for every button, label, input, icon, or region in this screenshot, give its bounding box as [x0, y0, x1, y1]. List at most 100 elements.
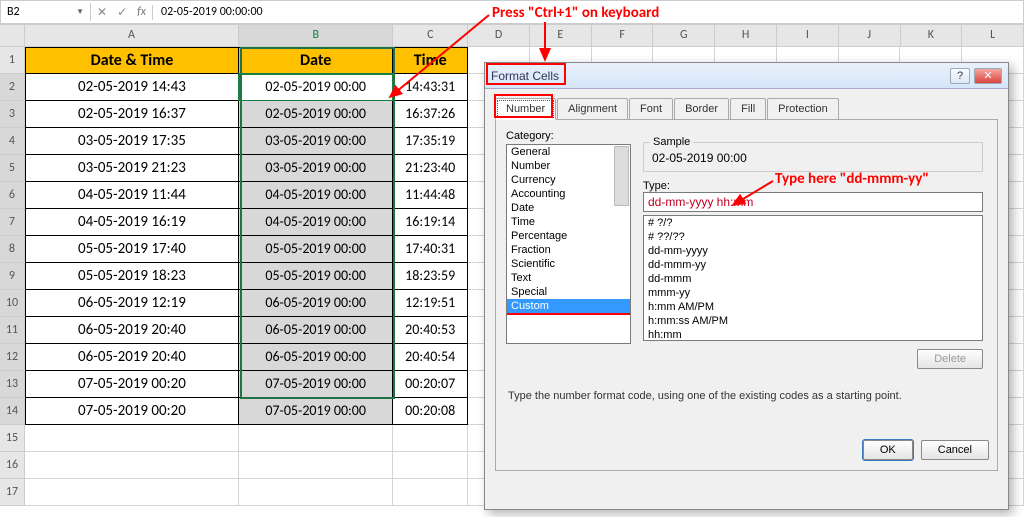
col-header-E[interactable]: E — [530, 25, 592, 47]
cell-A14[interactable]: 07-05-2019 00:20 — [25, 398, 239, 425]
tab-fill[interactable]: Fill — [730, 98, 766, 120]
cell-A5[interactable]: 03-05-2019 21:23 — [25, 155, 239, 182]
help-button[interactable]: ? — [950, 68, 970, 84]
type-item[interactable]: h:mm:ss AM/PM — [644, 314, 982, 328]
cell-A9[interactable]: 05-05-2019 18:23 — [25, 263, 239, 290]
cancel-button[interactable]: Cancel — [921, 440, 989, 460]
row-header[interactable]: 16 — [0, 452, 25, 479]
col-header-L[interactable]: L — [962, 25, 1024, 47]
cell-B10[interactable]: 06-05-2019 00:00 — [239, 290, 393, 317]
cell[interactable] — [239, 452, 393, 479]
col-header-I[interactable]: I — [777, 25, 839, 47]
delete-button[interactable]: Delete — [917, 349, 983, 369]
row-header[interactable]: 13 — [0, 371, 25, 398]
cell[interactable] — [239, 479, 393, 506]
cell-C2[interactable]: 14:43:31 — [393, 74, 468, 101]
cell-C9[interactable]: 18:23:59 — [393, 263, 468, 290]
category-item[interactable]: Special — [507, 285, 630, 299]
cell-B13[interactable]: 07-05-2019 00:00 — [239, 371, 393, 398]
col-header-D[interactable]: D — [468, 25, 530, 47]
confirm-icon[interactable]: ✓ — [117, 5, 127, 20]
row-header[interactable]: 6 — [0, 182, 25, 209]
row-header[interactable]: 11 — [0, 317, 25, 344]
cell-B3[interactable]: 02-05-2019 00:00 — [239, 101, 393, 128]
row-header[interactable]: 15 — [0, 425, 25, 452]
cell-B2[interactable]: 02-05-2019 00:00 — [239, 74, 393, 101]
col-header-B[interactable]: B — [239, 25, 393, 47]
cell-C3[interactable]: 16:37:26 — [393, 101, 468, 128]
cell-B11[interactable]: 06-05-2019 00:00 — [239, 317, 393, 344]
category-item[interactable]: Percentage — [507, 229, 630, 243]
cell-B4[interactable]: 03-05-2019 00:00 — [239, 128, 393, 155]
header-cell-A[interactable]: Date & Time — [25, 47, 239, 74]
cell[interactable] — [239, 425, 393, 452]
type-item[interactable]: dd-mmm — [644, 272, 982, 286]
row-header[interactable]: 1 — [0, 47, 25, 74]
cell-A10[interactable]: 06-05-2019 12:19 — [25, 290, 239, 317]
tab-protection[interactable]: Protection — [767, 98, 839, 120]
cell-A12[interactable]: 06-05-2019 20:40 — [25, 344, 239, 371]
category-item[interactable]: Fraction — [507, 243, 630, 257]
cell-C10[interactable]: 12:19:51 — [393, 290, 468, 317]
cell-B8[interactable]: 05-05-2019 00:00 — [239, 236, 393, 263]
category-item[interactable]: Text — [507, 271, 630, 285]
type-item[interactable]: h:mm AM/PM — [644, 300, 982, 314]
row-header[interactable]: 9 — [0, 263, 25, 290]
name-box-dropdown-icon[interactable]: ▼ — [76, 7, 84, 17]
type-item[interactable]: # ?/? — [644, 216, 982, 230]
col-header-H[interactable]: H — [715, 25, 777, 47]
col-header-A[interactable]: A — [25, 25, 239, 47]
type-item[interactable]: hh:mm — [644, 328, 982, 341]
cell-C13[interactable]: 00:20:07 — [393, 371, 468, 398]
cell-B9[interactable]: 05-05-2019 00:00 — [239, 263, 393, 290]
cell-A6[interactable]: 04-05-2019 11:44 — [25, 182, 239, 209]
row-header[interactable]: 10 — [0, 290, 25, 317]
cell-B5[interactable]: 03-05-2019 00:00 — [239, 155, 393, 182]
tab-font[interactable]: Font — [629, 98, 673, 120]
cell[interactable] — [25, 425, 239, 452]
cell-B7[interactable]: 04-05-2019 00:00 — [239, 209, 393, 236]
cell-B14[interactable]: 07-05-2019 00:00 — [239, 398, 393, 425]
category-list[interactable]: General Number Currency Accounting Date … — [506, 144, 631, 344]
cell-A4[interactable]: 03-05-2019 17:35 — [25, 128, 239, 155]
col-header-F[interactable]: F — [592, 25, 654, 47]
cell-C14[interactable]: 00:20:08 — [393, 398, 468, 425]
close-button[interactable]: ✕ — [974, 68, 1002, 84]
cancel-icon[interactable]: ✕ — [97, 5, 107, 20]
cell-B12[interactable]: 06-05-2019 00:00 — [239, 344, 393, 371]
cell-A3[interactable]: 02-05-2019 16:37 — [25, 101, 239, 128]
row-header[interactable]: 7 — [0, 209, 25, 236]
scrollbar-thumb[interactable] — [614, 146, 629, 206]
ok-button[interactable]: OK — [863, 440, 913, 460]
cell[interactable] — [25, 479, 239, 506]
type-item[interactable]: dd-mm-yyyy — [644, 244, 982, 258]
cell-B6[interactable]: 04-05-2019 00:00 — [239, 182, 393, 209]
tab-border[interactable]: Border — [674, 98, 729, 120]
row-header[interactable]: 14 — [0, 398, 25, 425]
category-item[interactable]: Currency — [507, 173, 630, 187]
col-header-K[interactable]: K — [901, 25, 963, 47]
header-cell-B[interactable]: Date — [239, 47, 393, 74]
cell-A13[interactable]: 07-05-2019 00:20 — [25, 371, 239, 398]
type-item[interactable]: # ??/?? — [644, 230, 982, 244]
row-header[interactable]: 5 — [0, 155, 25, 182]
cell-A2[interactable]: 02-05-2019 14:43 — [25, 74, 239, 101]
category-item[interactable]: Scientific — [507, 257, 630, 271]
col-header-G[interactable]: G — [653, 25, 715, 47]
row-header[interactable]: 2 — [0, 74, 25, 101]
cell-A11[interactable]: 06-05-2019 20:40 — [25, 317, 239, 344]
cell-C8[interactable]: 17:40:31 — [393, 236, 468, 263]
category-item[interactable]: Date — [507, 201, 630, 215]
name-box[interactable]: B2 ▼ — [1, 3, 91, 21]
col-header-C[interactable]: C — [393, 25, 468, 47]
type-input[interactable] — [643, 192, 983, 212]
row-header[interactable]: 17 — [0, 479, 25, 506]
cell[interactable] — [393, 452, 468, 479]
cell-C4[interactable]: 17:35:19 — [393, 128, 468, 155]
cell-A8[interactable]: 05-05-2019 17:40 — [25, 236, 239, 263]
cell-A7[interactable]: 04-05-2019 16:19 — [25, 209, 239, 236]
select-all-corner[interactable] — [0, 25, 25, 47]
type-item[interactable]: dd-mmm-yy — [644, 258, 982, 272]
type-item[interactable]: mmm-yy — [644, 286, 982, 300]
cell[interactable] — [393, 425, 468, 452]
